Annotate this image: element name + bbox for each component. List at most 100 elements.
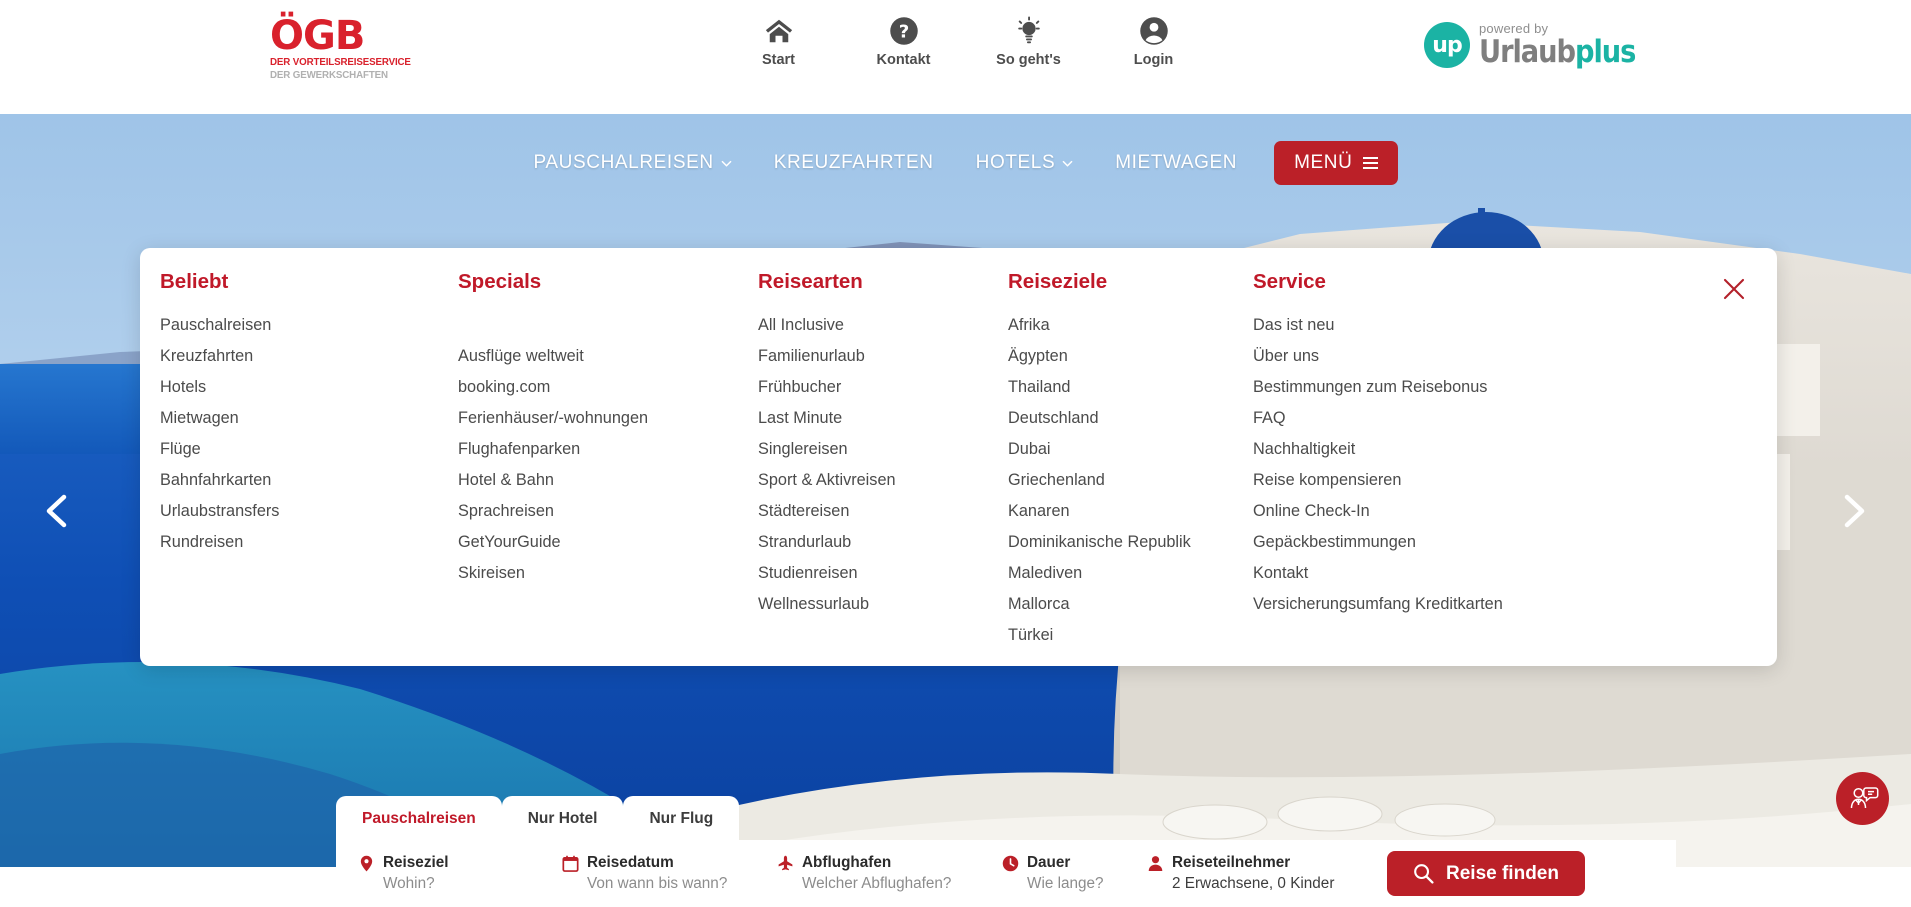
menu-link[interactable]: Gepäckbestimmungen (1253, 529, 1553, 555)
menu-link[interactable]: FAQ (1253, 405, 1553, 431)
menu-link[interactable]: Frühbucher (758, 374, 1008, 400)
svg-text:?: ? (898, 22, 909, 43)
field-value: Von wann bis wann? (587, 875, 728, 892)
utility-nav-start[interactable]: Start (716, 16, 841, 68)
ogb-logo-wordmark: ÖGB (270, 13, 365, 59)
field-label: Abflughafen (802, 854, 892, 871)
menu-link[interactable]: Afrika (1008, 312, 1253, 338)
field-reiseziel[interactable]: Reiseziel Wohin? (358, 854, 562, 893)
field-value: Welcher Abflughafen? (802, 875, 952, 892)
urlaubsplus-logo[interactable]: up powered by Urlaubplus (1424, 22, 1657, 68)
menu-link[interactable]: GetYourGuide (458, 529, 758, 555)
mega-menu-column-reiseziele: Reiseziele Afrika Ägypten Thailand Deuts… (1008, 270, 1253, 653)
menu-link[interactable]: All Inclusive (758, 312, 1008, 338)
search-submit-button[interactable]: Reise finden (1387, 851, 1585, 896)
field-reisedatum[interactable]: Reisedatum Von wann bis wann? (562, 854, 777, 893)
nav-item-mietwagen[interactable]: MIETWAGEN (1094, 152, 1258, 174)
menu-link[interactable]: Hotels (160, 374, 458, 400)
utility-nav-so-gehts[interactable]: So geht's (966, 16, 1091, 68)
utility-nav-kontakt[interactable]: ? Kontakt (841, 16, 966, 68)
field-label: Reiseziel (383, 854, 449, 871)
nav-item-pauschalreisen[interactable]: PAUSCHALREISEN (513, 152, 753, 174)
support-chat-icon (1850, 786, 1878, 808)
menu-link[interactable]: Kontakt (1253, 560, 1553, 586)
menu-link[interactable]: Über uns (1253, 343, 1553, 369)
ogb-logo[interactable]: ÖGB DER VORTEILSREISESERVICE DER GEWERKS… (270, 16, 430, 82)
menu-link[interactable]: Sport & Aktivreisen (758, 467, 1008, 493)
utility-nav-label: Kontakt (876, 52, 931, 68)
mega-menu-panel: Beliebt Pauschalreisen Kreuzfahrten Hote… (140, 248, 1777, 666)
carousel-next-icon[interactable] (1831, 489, 1875, 533)
field-dauer[interactable]: Dauer Wie lange? (1002, 854, 1147, 893)
field-abflughafen[interactable]: Abflughafen Welcher Abflughafen? (777, 854, 1002, 893)
field-label: Dauer (1027, 854, 1071, 871)
menu-link[interactable]: Ausflüge weltweit (458, 343, 758, 369)
home-icon (765, 19, 792, 43)
menu-link[interactable]: Deutschland (1008, 405, 1253, 431)
menu-link[interactable]: Rundreisen (160, 529, 458, 555)
menu-link[interactable]: Kreuzfahrten (160, 343, 458, 369)
hamburger-icon (1363, 157, 1379, 169)
close-icon[interactable] (1723, 278, 1745, 300)
menu-link[interactable]: Familienurlaub (758, 343, 1008, 369)
menu-link[interactable]: Kanaren (1008, 498, 1253, 524)
nav-item-kreuzfahrten[interactable]: KREUZFAHRTEN (753, 152, 955, 174)
menu-link[interactable]: Städtereisen (758, 498, 1008, 524)
up-mark: up (1424, 22, 1470, 68)
menu-link[interactable]: Reise kompensieren (1253, 467, 1553, 493)
search-widget: Pauschalreisen Nur Hotel Nur Flug Reisez… (336, 796, 1676, 907)
menu-link[interactable]: Singlereisen (758, 436, 1008, 462)
menu-link[interactable]: Türkei (1008, 622, 1253, 648)
nav-label: HOTELS (975, 152, 1056, 173)
search-icon (1414, 864, 1434, 884)
field-reiseteilnehmer[interactable]: Reiseteilnehmer 2 Erwachsene, 0 Kinder (1147, 854, 1377, 893)
menu-link[interactable]: Malediven (1008, 560, 1253, 586)
menu-link[interactable]: Strandurlaub (758, 529, 1008, 555)
menu-link[interactable]: Bahnfahrkarten (160, 467, 458, 493)
menu-link[interactable]: Ferienhäuser/-wohnungen (458, 405, 758, 431)
column-spacer (458, 312, 758, 343)
tab-nur-hotel[interactable]: Nur Hotel (501, 796, 624, 840)
tab-pauschalreisen[interactable]: Pauschalreisen (336, 796, 502, 840)
menu-link[interactable]: Online Check-In (1253, 498, 1553, 524)
menu-link[interactable]: Mallorca (1008, 591, 1253, 617)
menu-link[interactable]: Bestimmungen zum Reisebonus (1253, 374, 1553, 400)
utility-nav-login[interactable]: Login (1091, 16, 1216, 68)
carousel-prev-icon[interactable] (36, 489, 80, 533)
urlaubsplus-name-part-2: plus (1574, 34, 1636, 70)
tab-nur-flug[interactable]: Nur Flug (623, 796, 740, 840)
menu-link[interactable]: Wellnessurlaub (758, 591, 1008, 617)
menu-link[interactable]: Dubai (1008, 436, 1253, 462)
menu-link[interactable]: Last Minute (758, 405, 1008, 431)
mega-menu-column-beliebt: Beliebt Pauschalreisen Kreuzfahrten Hote… (160, 270, 458, 653)
menu-link[interactable]: Das ist neu (1253, 312, 1553, 338)
nav-item-hotels[interactable]: HOTELS (955, 152, 1095, 174)
menu-link[interactable]: Dominikanische Republik (1008, 529, 1253, 555)
menu-link[interactable]: Thailand (1008, 374, 1253, 400)
menu-link[interactable]: Griechenland (1008, 467, 1253, 493)
menu-link[interactable]: Ägypten (1008, 343, 1253, 369)
menu-button[interactable]: MENÜ (1274, 141, 1399, 185)
column-heading: Reiseziele (1008, 270, 1108, 293)
menu-link[interactable]: Urlaubstransfers (160, 498, 458, 524)
mega-menu-column-reisearten: Reisearten All Inclusive Familienurlaub … (758, 270, 1008, 653)
menu-link[interactable]: Nachhaltigkeit (1253, 436, 1553, 462)
menu-link[interactable]: Hotel & Bahn (458, 467, 758, 493)
person-icon (1148, 855, 1163, 871)
menu-link[interactable]: Flughafenparken (458, 436, 758, 462)
field-label: Reiseteilnehmer (1172, 854, 1291, 871)
support-chat-button[interactable] (1836, 772, 1889, 825)
menu-link[interactable]: Sprachreisen (458, 498, 758, 524)
menu-link[interactable]: Mietwagen (160, 405, 458, 431)
menu-link[interactable]: Pauschalreisen (160, 312, 458, 338)
utility-nav-label: Start (761, 52, 796, 68)
menu-link[interactable]: Skireisen (458, 560, 758, 586)
menu-link[interactable]: Studienreisen (758, 560, 1008, 586)
menu-link[interactable]: Flüge (160, 436, 458, 462)
mega-menu-column-service: Service Das ist neu Über uns Bestimmunge… (1253, 270, 1553, 653)
nav-label: KREUZFAHRTEN (773, 152, 934, 173)
user-circle-icon (1139, 17, 1168, 45)
search-submit-label: Reise finden (1446, 862, 1559, 884)
menu-link[interactable]: Versicherungsumfang Kreditkarten (1253, 591, 1553, 617)
menu-link[interactable]: booking.com (458, 374, 758, 400)
